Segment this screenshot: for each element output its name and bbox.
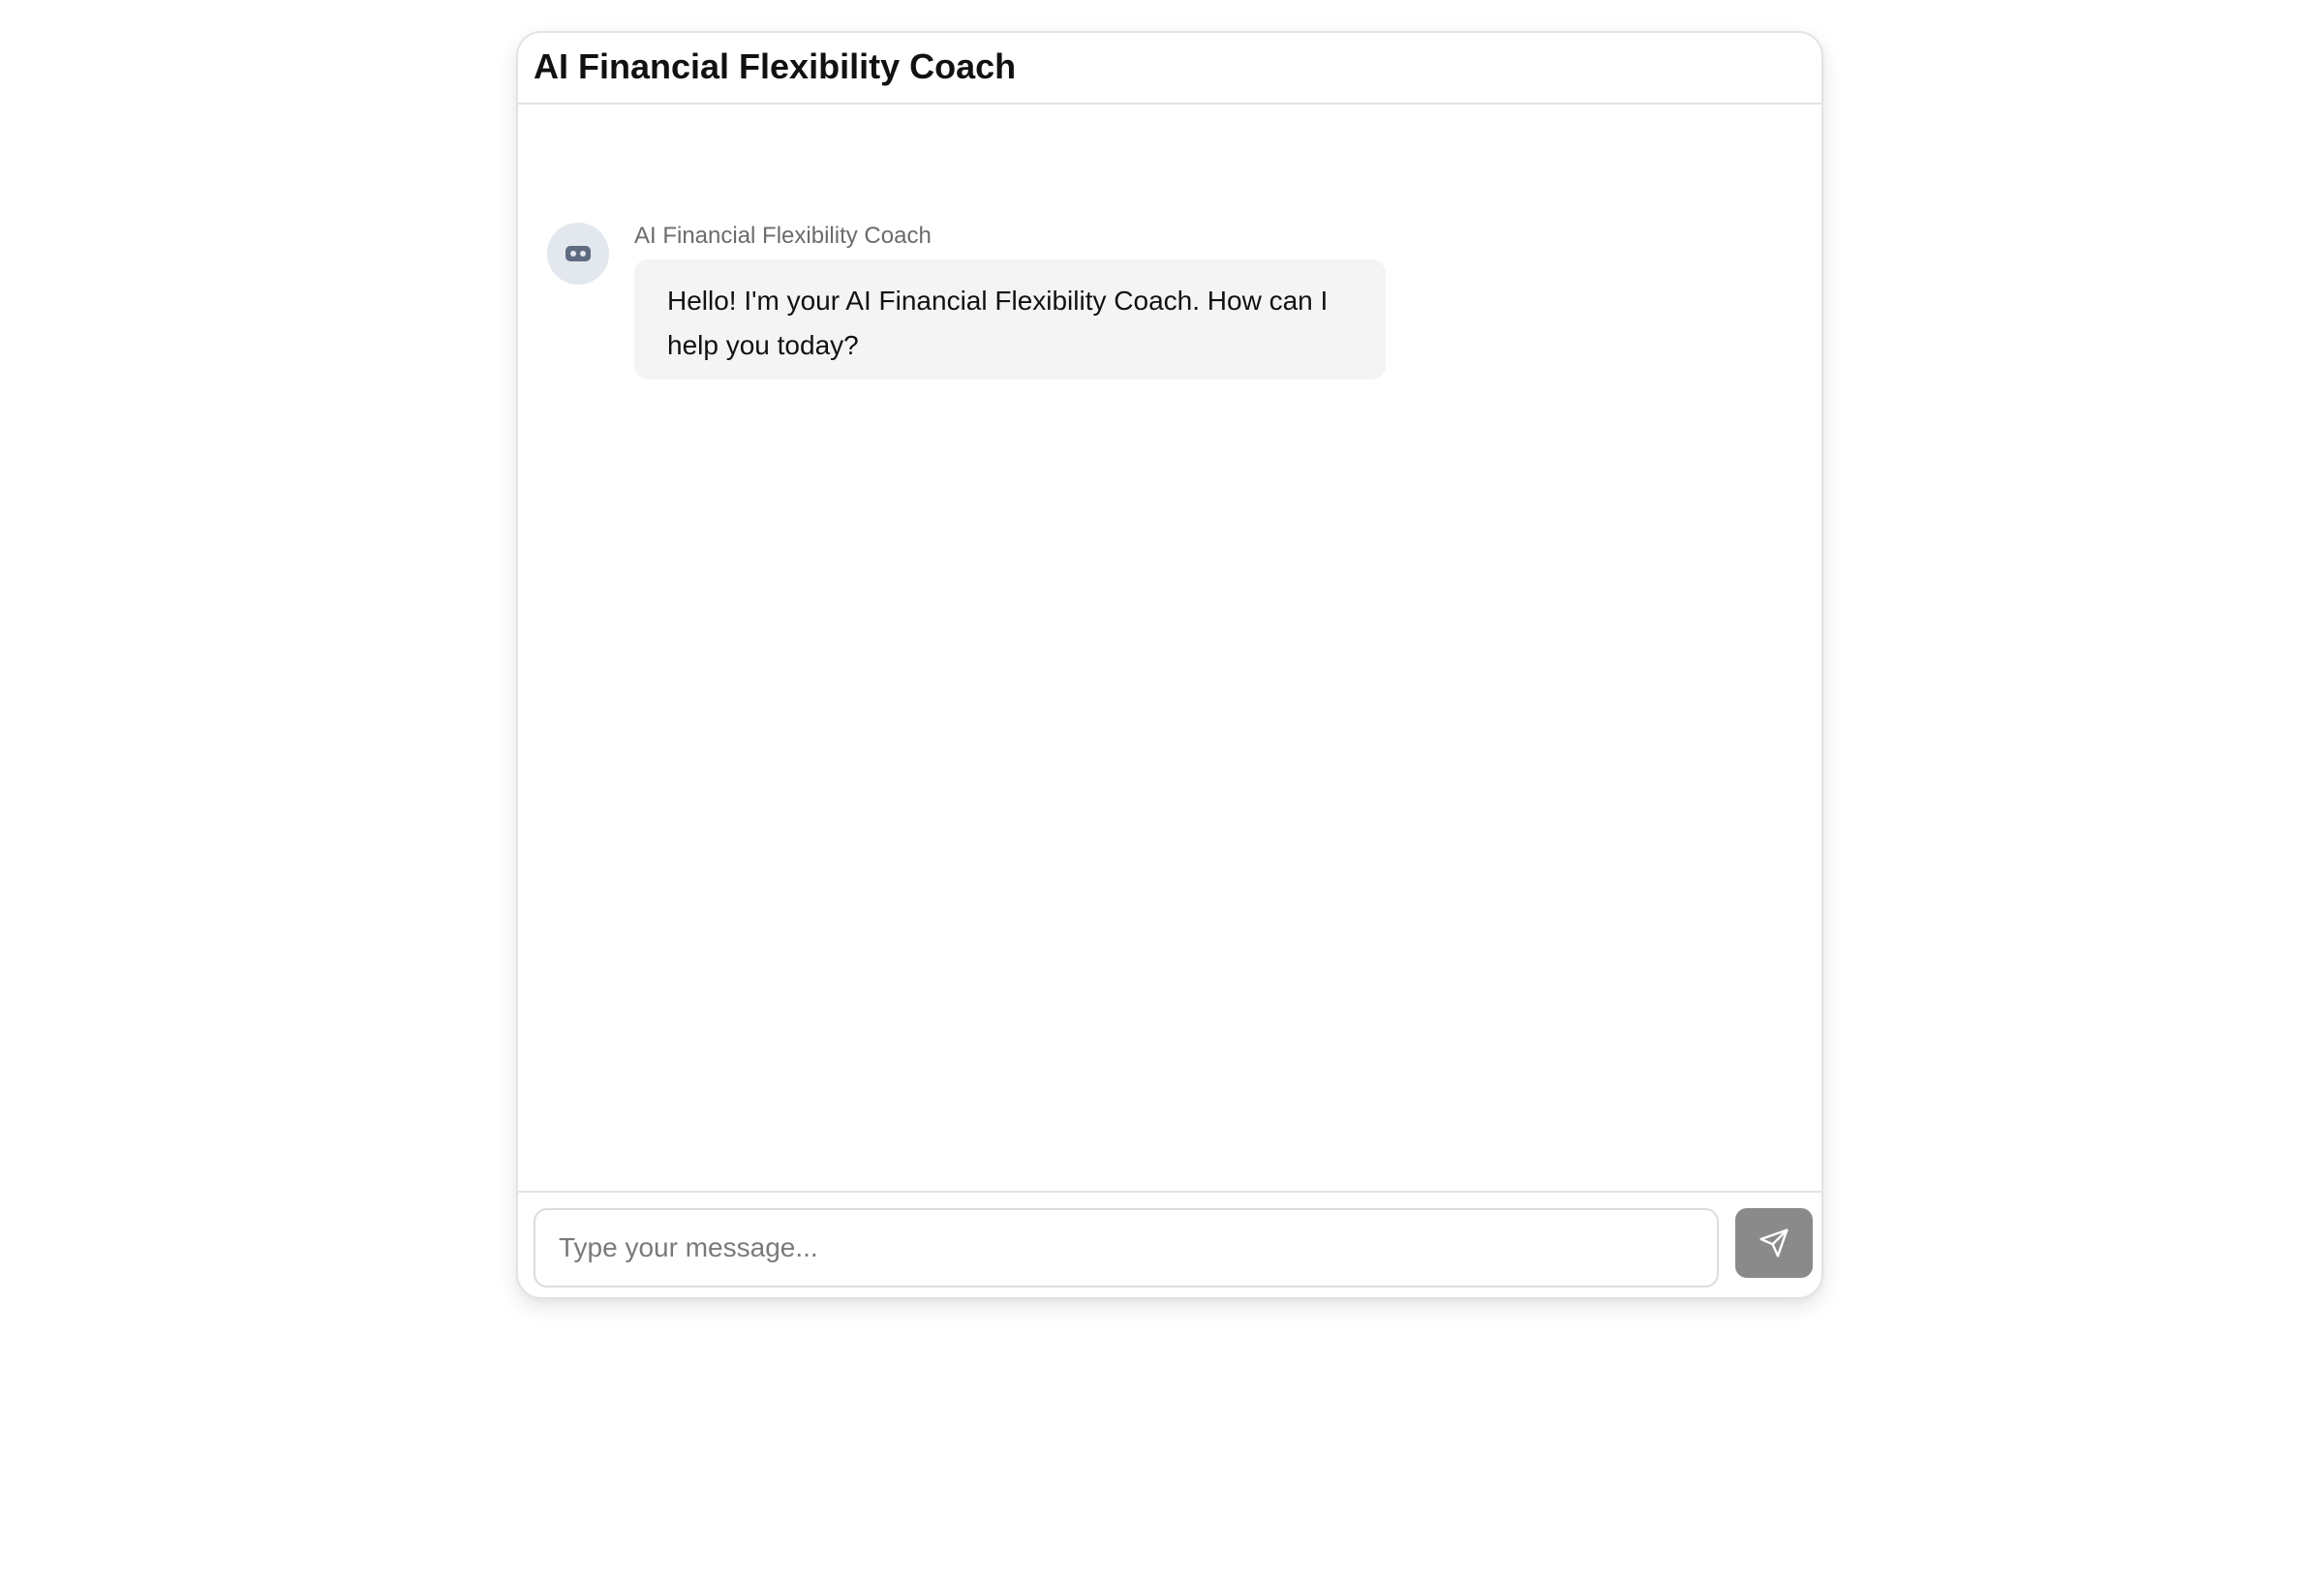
bot-avatar <box>547 223 609 285</box>
send-icon <box>1759 1228 1789 1258</box>
chat-title: AI Financial Flexibility Coach <box>534 46 1017 86</box>
sender-name: AI Financial Flexibility Coach <box>634 223 932 249</box>
message-list[interactable]: AI Financial Flexibility Coach Hello! I'… <box>518 105 1821 1191</box>
message-input[interactable] <box>534 1208 1719 1288</box>
chat-header: AI Financial Flexibility Coach <box>518 33 1821 105</box>
send-button[interactable] <box>1735 1208 1813 1278</box>
message-bubble: Hello! I'm your AI Financial Flexibility… <box>634 259 1386 379</box>
message-composer <box>518 1191 1821 1297</box>
chat-window: AI Financial Flexibility Coach AI Financ… <box>516 31 1823 1299</box>
robot-icon <box>566 246 591 261</box>
